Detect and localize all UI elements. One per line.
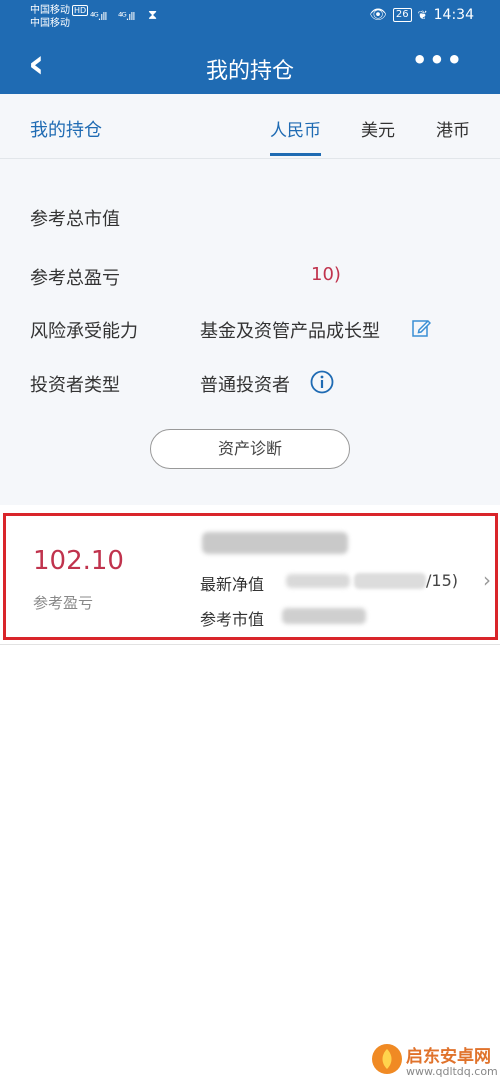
edit-icon[interactable]: [411, 318, 431, 338]
asset-diagnosis-button[interactable]: 资产诊断: [150, 429, 350, 469]
eye-icon: 👁: [369, 7, 387, 23]
watermark-logo-icon: [372, 1044, 402, 1074]
risk-tolerance-value: 基金及资管产品成长型: [200, 321, 380, 342]
clock-time: 14:34: [433, 7, 474, 23]
holding-card[interactable]: 102.10 参考盈亏 最新净值 /15) 参考市值 ›: [3, 513, 498, 640]
tab-hkd[interactable]: 港币: [436, 116, 470, 141]
total-market-value-label: 参考总市值: [30, 209, 120, 230]
status-right: 👁 26 ❦ 14:34: [369, 7, 474, 23]
holding-profit: 102.10: [33, 546, 124, 576]
fund-name-redacted: [202, 532, 348, 554]
total-pnl-value: 10): [311, 264, 341, 285]
risk-tolerance-label: 风险承受能力: [30, 321, 138, 342]
investor-type-value: 普通投资者: [200, 375, 290, 396]
tab-usd[interactable]: 美元: [361, 116, 395, 141]
nav-bar: ‹ 我的持仓 •••: [0, 36, 500, 94]
app-header: 中国移动 中国移动 HD ⁴ᴳ.ıll ⁴ᴳ.ıll ⧗ 👁 26 ❦ 14:3…: [0, 0, 500, 94]
carrier-2: 中国移动: [30, 18, 70, 29]
section-title: 我的持仓: [30, 120, 102, 141]
hd-icon: HD: [72, 5, 89, 16]
total-pnl-label: 参考总盈亏: [30, 268, 120, 289]
market-value-redacted: [282, 608, 366, 624]
chevron-right-icon: ›: [483, 568, 491, 592]
holding-profit-label: 参考盈亏: [33, 594, 94, 612]
divider: [0, 644, 500, 645]
status-bar: 中国移动 中国移动 HD ⁴ᴳ.ıll ⁴ᴳ.ıll ⧗ 👁 26 ❦ 14:3…: [0, 0, 500, 32]
market-value-label: 参考市值: [200, 610, 265, 629]
signal-icon-1: ⁴ᴳ.ıll: [90, 10, 107, 23]
leaf-icon: ❦: [417, 8, 428, 22]
watermark-title: 启东安卓网: [406, 1047, 491, 1067]
latest-nav-redacted: [286, 574, 350, 588]
signal-icon-2: ⁴ᴳ.ıll: [118, 10, 135, 23]
watermark: 启东安卓网 www.qdltdq.com: [370, 1040, 498, 1080]
info-icon[interactable]: [310, 370, 334, 394]
carrier-1: 中国移动: [30, 5, 70, 16]
nav-date-tail: /15): [426, 571, 458, 590]
battery-icon: 26: [392, 8, 412, 22]
nav-date-redacted: [354, 573, 426, 589]
active-tab-indicator: [270, 153, 321, 156]
investor-type-label: 投资者类型: [30, 375, 120, 396]
hourglass-icon: ⧗: [148, 8, 157, 23]
watermark-url: www.qdltdq.com: [406, 1065, 498, 1078]
currency-tabbar: 我的持仓 人民币 美元 港币: [0, 94, 500, 159]
latest-nav-label: 最新净值: [200, 575, 265, 594]
tab-rmb[interactable]: 人民币: [270, 116, 321, 141]
more-icon[interactable]: •••: [412, 46, 464, 74]
